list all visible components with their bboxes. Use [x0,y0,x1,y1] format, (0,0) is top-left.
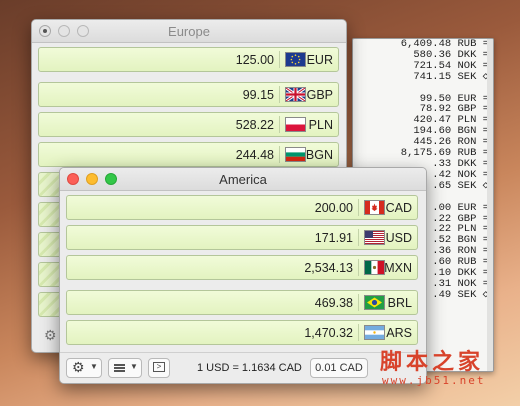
amount-field[interactable]: 125.00 [236,53,274,67]
currency-row-cad[interactable]: 200.00 CAD [66,195,418,220]
step-value: 0.01 CAD [315,362,363,374]
list-icon [114,364,125,372]
window-title: Europe [168,24,210,39]
amount-field[interactable]: 200.00 [315,201,353,215]
currency-row-usd[interactable]: 171.91 USD [66,225,418,250]
rate-text: 1 USD = 1.1634 CAD [197,362,302,374]
currency-code: GBP [306,88,333,102]
watermark: 脚本之家 www.jb51.net [372,346,512,400]
terminal-icon: > [153,362,165,372]
argentina-flag-icon [364,325,385,340]
divider [358,229,359,246]
amount-field[interactable]: 99.15 [243,88,274,102]
divider [358,294,359,311]
chevron-down-icon: ▼ [90,362,98,371]
currency-code: MXN [384,261,412,275]
poland-flag-icon [285,117,306,132]
divider [358,259,359,276]
europe-titlebar: Europe [32,20,346,43]
currency-row-mxn[interactable]: 2,534.13 MXN [66,255,418,280]
settings-menu-button[interactable]: ⚙ ▼ [66,358,102,378]
amount-field[interactable]: 1,470.32 [304,326,353,340]
canada-flag-icon [364,200,385,215]
watermark-main: 脚本之家 [380,350,485,375]
amount-field[interactable]: 2,534.13 [304,261,353,275]
eu-flag-icon [285,52,306,67]
amount-field[interactable]: 528.22 [236,118,274,132]
console-button[interactable]: > [148,358,170,378]
uk-flag-icon [285,87,306,102]
currency-code: BRL [387,296,412,310]
divider [358,324,359,341]
mexico-flag-icon [364,260,385,275]
currency-row-eur[interactable]: 125.00 EUR [38,47,339,72]
currency-row-pln[interactable]: 528.22 PLN [38,112,339,137]
amount-field[interactable]: 171.91 [315,231,353,245]
chevron-down-icon: ▼ [130,362,138,371]
currency-code: BGN [305,148,333,162]
currency-code: EUR [306,53,333,67]
brazil-flag-icon [364,295,385,310]
divider [279,116,280,133]
amount-field[interactable]: 469.38 [315,296,353,310]
currency-code: USD [385,231,412,245]
america-titlebar: America [60,168,426,191]
currency-row-gbp[interactable]: 99.15 GBP [38,82,339,107]
usa-flag-icon [364,230,385,245]
currency-row-brl[interactable]: 469.38 BRL [66,290,418,315]
watermark-sub: www.jb51.net [382,374,486,387]
currency-row-ars[interactable]: 1,470.32 ARS [66,320,418,345]
currency-code: CAD [385,201,412,215]
log-scrollbar[interactable] [487,39,493,371]
divider [279,86,280,103]
currency-code: PLN [308,118,333,132]
amount-field[interactable]: 244.48 [236,148,274,162]
divider [279,146,280,163]
currency-row-bgn[interactable]: 244.48 BGN [38,142,339,167]
bulgaria-flag-icon [285,147,306,162]
divider [279,51,280,68]
divider [358,199,359,216]
list-menu-button[interactable]: ▼ [108,358,142,378]
gear-icon[interactable]: ⚙ [44,327,57,344]
gear-icon: ⚙ [72,359,85,375]
currency-code: ARS [386,326,412,340]
step-field[interactable]: 0.01 CAD [310,358,368,378]
window-title: America [219,172,267,187]
